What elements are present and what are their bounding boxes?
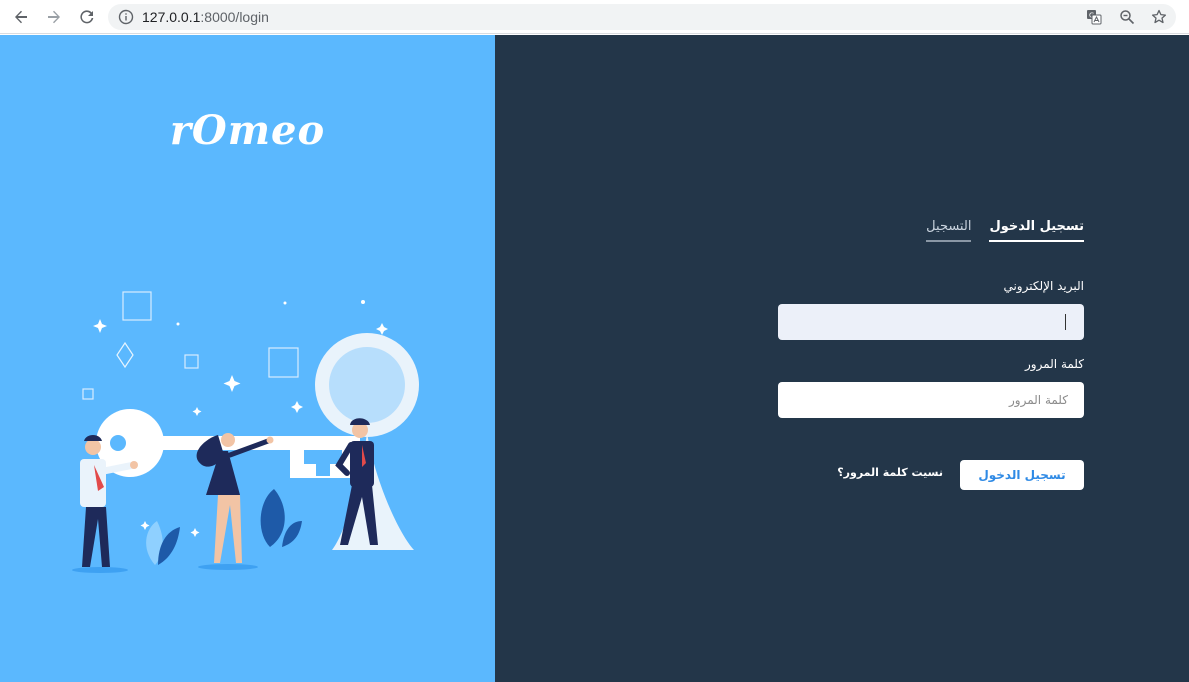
bookmark-star-icon[interactable] (1149, 7, 1169, 27)
browser-toolbar: 127.0.0.1:8000/login G (0, 0, 1189, 34)
back-icon[interactable] (9, 5, 33, 29)
tab-login[interactable]: تسجيل الدخول (989, 219, 1084, 242)
info-icon[interactable] (118, 9, 134, 25)
auth-tabs: تسجيل الدخول التسجيل (926, 219, 1084, 242)
email-label: البريد الإلكتروني (1003, 279, 1084, 293)
forgot-password-link[interactable]: نسيت كلمة المرور؟ (837, 466, 943, 479)
square-decorations (82, 291, 299, 400)
translate-icon[interactable]: G (1084, 7, 1104, 27)
address-bar[interactable]: 127.0.0.1:8000/login G (108, 4, 1176, 30)
romeo-logo: rOmeo (169, 107, 326, 154)
password-field[interactable] (778, 382, 1084, 418)
url-path: :8000/login (200, 9, 269, 25)
text-caret (1065, 314, 1066, 330)
zoom-icon[interactable] (1117, 7, 1137, 27)
branding-panel: rOmeo (0, 35, 495, 682)
auth-panel: تسجيل الدخول التسجيل البريد الإلكتروني ك… (495, 35, 1189, 682)
reload-icon[interactable] (75, 5, 99, 29)
team-key-illustration (72, 291, 419, 573)
login-button[interactable]: تسجيل الدخول (960, 460, 1084, 490)
tab-register[interactable]: التسجيل (926, 219, 972, 242)
email-field[interactable] (778, 304, 1084, 340)
url-host: 127.0.0.1 (142, 9, 201, 25)
password-label: كلمة المرور (1024, 357, 1084, 371)
person-middle (196, 433, 274, 570)
forward-icon[interactable] (42, 5, 66, 29)
url-text: 127.0.0.1:8000/login (142, 9, 269, 25)
